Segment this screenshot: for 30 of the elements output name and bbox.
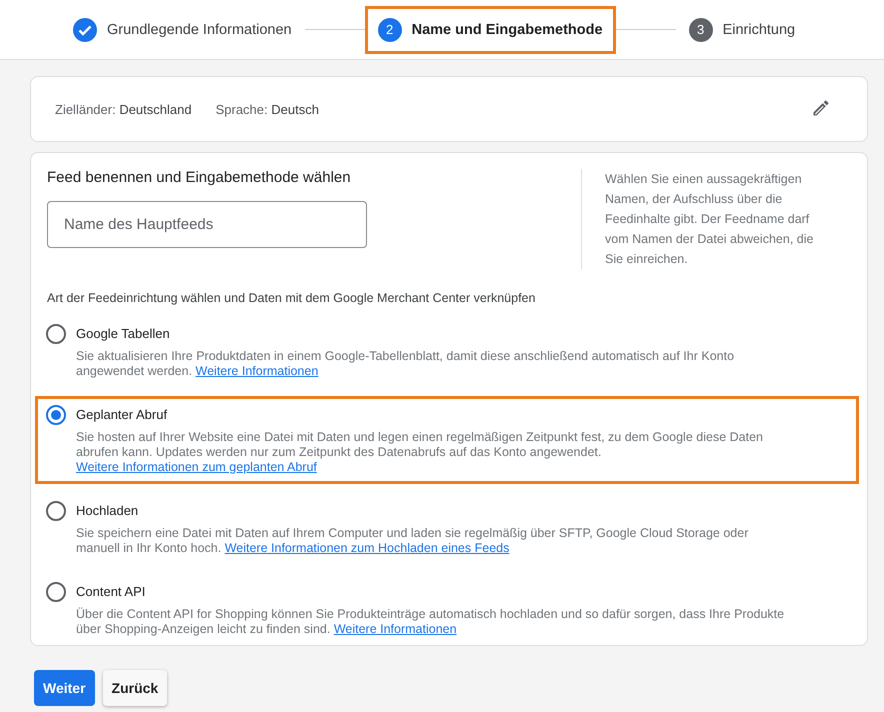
more-info-link[interactable]: Weitere Informationen zum geplanten Abruf	[76, 460, 317, 474]
option-label: Geplanter Abruf	[76, 407, 168, 422]
step-number: 3	[688, 18, 713, 42]
feed-name-field[interactable]: Name des Hauptfeeds	[47, 201, 367, 248]
section-title: Feed benennen und Eingabemethode wählen	[47, 169, 352, 186]
radio-button[interactable]	[46, 501, 66, 521]
radio-button[interactable]	[46, 324, 66, 344]
radio-button[interactable]	[46, 582, 66, 602]
more-info-link[interactable]: Weitere Informationen zum Hochladen eines Feeds	[224, 541, 510, 555]
option-label: Google Tabellen	[76, 326, 171, 341]
back-button[interactable]: Zurück	[102, 670, 168, 706]
more-info-link[interactable]: Weitere Informationen	[196, 364, 318, 378]
summary-field: Zielländer: Deutschland	[55, 102, 192, 116]
option-label: Content API	[76, 584, 146, 599]
more-info-link[interactable]: Weitere Informationen	[334, 622, 457, 636]
edit-icon[interactable]	[811, 98, 831, 118]
option-description: Über die Content API for Shopping können Sie Produkteinträge automatisch hochladen und so dafür sorgen, dass Ihre Produkte über Shopping-Anzeigen leicht zu finden sind. Weitere Informationen	[76, 607, 786, 637]
step[interactable]: 3 Einrichtung	[676, 6, 808, 54]
option-description: Sie aktualisieren Ihre Produktdaten in einem Google-Tabellenblatt, damit diese anschließend automatisch auf Ihr Konto angewendet werden. Weitere Informationen	[76, 349, 736, 379]
next-button[interactable]: Weiter	[34, 670, 95, 706]
step-number: 2	[378, 18, 402, 42]
help-text: Wählen Sie einen aussagekräftigen Namen, der Aufschluss über die Feedinhalte gibt. Der Feedname darf vom Namen der Datei abweichen, die Sie einreichen.	[604, 171, 814, 268]
option-label: Hochladen	[76, 503, 140, 518]
option-description: Sie speichern eine Datei mit Daten auf Ihrem Computer und laden sie regelmäßig über SFTP, Google Cloud Storage oder manuell in Ihr Konto hoch. Weitere Informationen zum Hochladen eines Feeds	[76, 526, 750, 556]
summary-field: Sprache: Deutsch	[216, 102, 319, 116]
option-description: Sie hosten auf Ihrer Website eine Datei mit Daten und legen einen regelmäßigen Zeitpunkt fest, zu dem Google diese Daten abrufen kann. Updates werden nur zum Zeitpunkt des Datenabrufs auf das Konto angewendet. Weitere Informationen zum geplanten Abruf	[76, 430, 764, 475]
step[interactable]: Grundlegende Informationen	[60, 6, 305, 54]
method-label: Art der Feedeinrichtung wählen und Daten mit dem Google Merchant Center verknüpfen	[47, 291, 536, 305]
radio-button[interactable]	[46, 405, 66, 425]
step[interactable]: 2 Name und Eingabemethode	[364, 6, 616, 54]
